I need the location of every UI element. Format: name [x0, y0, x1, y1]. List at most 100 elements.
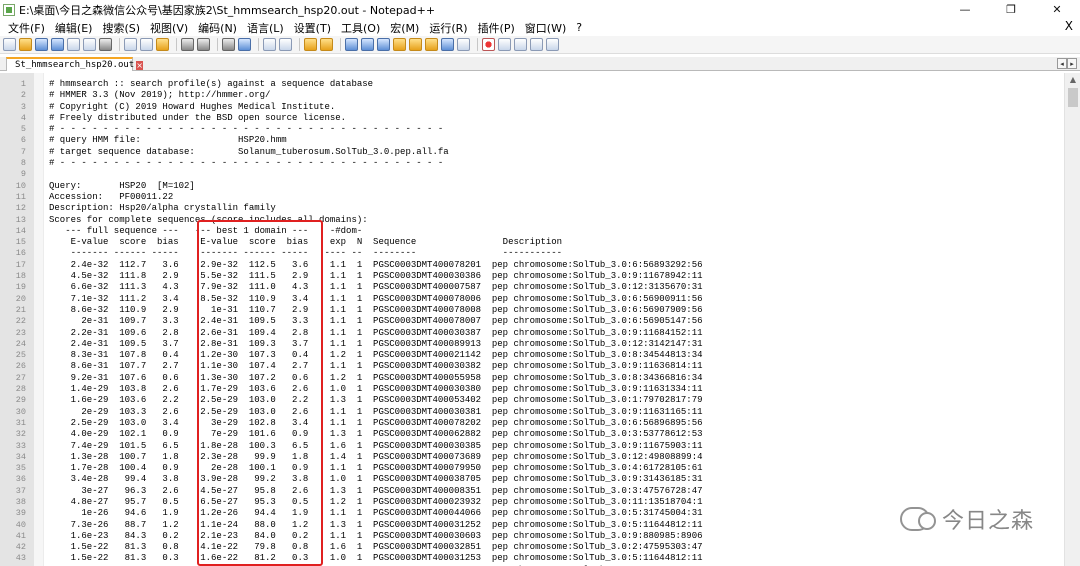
monitoring-icon[interactable]: [457, 38, 470, 51]
tab-scroll-arrows: ◂ ▸: [1057, 58, 1077, 69]
editor-line: 35 1.7e-28 100.4 0.9 2e-28 100.1 0.9 1.1…: [0, 463, 1064, 474]
redo-icon[interactable]: [197, 38, 210, 51]
menu-run[interactable]: 运行(R): [424, 20, 472, 36]
maximize-button[interactable]: ❐: [988, 0, 1034, 19]
line-text: 1.5e-22 81.3 0.8 4.1e-22 79.8 0.8 1.6 1 …: [49, 542, 703, 553]
editor-line: 24 2.4e-31 109.5 3.7 2.8e-31 109.3 3.7 1…: [0, 339, 1064, 350]
editor-line: 4 # Freely distributed under the BSD open…: [0, 113, 1064, 124]
line-text: 9.2e-31 107.6 0.6 1.3e-30 107.2 0.6 1.2 …: [49, 372, 703, 383]
line-number: 30: [15, 406, 26, 417]
replace-icon[interactable]: [238, 38, 251, 51]
line-number: 19: [15, 282, 26, 293]
menu-tools[interactable]: 工具(O): [336, 20, 385, 36]
zoom-in-icon[interactable]: [263, 38, 276, 51]
line-text: Query: HSP20 [M=102]: [49, 180, 195, 191]
cut-icon[interactable]: [124, 38, 137, 51]
menu-file[interactable]: 文件(F): [3, 20, 50, 36]
zoom-out-icon[interactable]: [279, 38, 292, 51]
line-number: 15: [15, 237, 26, 248]
line-text: Description: Hsp20/alpha crystallin fami…: [49, 203, 276, 214]
editor-line: 34 1.3e-28 100.7 1.8 2.3e-28 99.9 1.8 1.…: [0, 452, 1064, 463]
tab-st-hmmsearch[interactable]: St_hmmsearch_hsp20.out ×: [6, 57, 143, 71]
line-text: 7.1e-32 111.2 3.4 8.5e-32 110.9 3.4 1.1 …: [49, 293, 703, 304]
line-number: 6: [20, 135, 26, 146]
menu-macro[interactable]: 宏(M): [385, 20, 424, 36]
menu-settings[interactable]: 设置(T): [289, 20, 336, 36]
line-text: 2e-31 109.7 3.3 2.4e-31 109.5 3.3 1.1 1 …: [49, 316, 703, 327]
line-number: 13: [15, 214, 26, 225]
menu-plugins[interactable]: 插件(P): [473, 20, 520, 36]
line-text: 8.6e-32 110.9 2.9 1e-31 110.7 2.9 1.1 1 …: [49, 304, 703, 315]
save-all-icon[interactable]: [51, 38, 64, 51]
window-title: E:\桌面\今日之森微信公众号\基因家族2\St_hmmsearch_hsp20…: [19, 3, 436, 17]
stop-macro-icon[interactable]: [498, 38, 511, 51]
line-text: 1.7e-28 100.4 0.9 2e-28 100.1 0.9 1.1 1 …: [49, 463, 703, 474]
menu-view[interactable]: 视图(V): [145, 20, 193, 36]
editor-line: 16 ------- ------ ----- ------- ------ -…: [0, 248, 1064, 259]
new-file-icon[interactable]: [3, 38, 16, 51]
scroll-up-icon[interactable]: ▲: [1065, 73, 1080, 87]
vertical-scrollbar[interactable]: ▲: [1064, 73, 1080, 566]
line-text: 4.8e-27 95.7 0.5 6.5e-27 95.3 0.5 1.2 1 …: [49, 496, 703, 507]
menu-encoding[interactable]: 编码(N): [193, 20, 242, 36]
toolbar-separator: [217, 38, 218, 51]
close-document-button[interactable]: X: [1065, 19, 1073, 33]
minimize-button[interactable]: —: [942, 0, 988, 19]
indent-guide-icon[interactable]: [377, 38, 390, 51]
close-all-icon[interactable]: [83, 38, 96, 51]
copy-icon[interactable]: [140, 38, 153, 51]
menu-help[interactable]: ?: [571, 21, 587, 34]
sync-vertical-icon[interactable]: [304, 38, 317, 51]
line-number: 10: [15, 180, 26, 191]
menu-search[interactable]: 搜索(S): [97, 20, 145, 36]
open-file-icon[interactable]: [19, 38, 32, 51]
editor-line: 17 2.4e-32 112.7 3.6 2.9e-32 112.5 3.6 1…: [0, 260, 1064, 271]
text-editor[interactable]: 1 # hmmsearch :: search profile(s) agains…: [0, 73, 1064, 566]
run-macro-multiple-icon[interactable]: [530, 38, 543, 51]
record-macro-icon[interactable]: [482, 38, 495, 51]
save-icon[interactable]: [35, 38, 48, 51]
save-macro-icon[interactable]: [546, 38, 559, 51]
line-text: 1.6e-23 84.3 0.2 2.1e-23 84.0 0.2 1.1 1 …: [49, 530, 703, 541]
tab-scroll-right-icon[interactable]: ▸: [1067, 58, 1077, 69]
line-text: Scores for complete sequences (score inc…: [49, 214, 368, 225]
editor-line: 22 2e-31 109.7 3.3 2.4e-31 109.5 3.3 1.1…: [0, 316, 1064, 327]
scroll-thumb[interactable]: [1068, 88, 1078, 107]
editor-line: 37 3e-27 96.3 2.6 4.5e-27 95.8 2.6 1.3 1…: [0, 486, 1064, 497]
editor-line: 15 E-value score bias E-value score bias…: [0, 237, 1064, 248]
show-all-characters-icon[interactable]: [361, 38, 374, 51]
editor-line: 8 # - - - - - - - - - - - - - - - - - - -…: [0, 158, 1064, 169]
menu-edit[interactable]: 编辑(E): [50, 20, 98, 36]
line-text: 1.3e-28 100.7 1.8 2.3e-28 99.9 1.8 1.4 1…: [49, 451, 703, 462]
line-number: 8: [20, 158, 26, 169]
line-text: ------- ------ ----- ------- ------ ----…: [49, 248, 563, 259]
tab-scroll-left-icon[interactable]: ◂: [1057, 58, 1067, 69]
line-text: 1.4e-29 103.8 2.6 1.7e-29 103.6 2.6 1.0 …: [49, 384, 703, 395]
play-macro-icon[interactable]: [514, 38, 527, 51]
title-bar: E:\桌面\今日之森微信公众号\基因家族2\St_hmmsearch_hsp20…: [0, 0, 1080, 19]
line-text: 2e-29 103.3 2.6 2.5e-29 103.0 2.6 1.1 1 …: [49, 406, 703, 417]
udl-icon[interactable]: [393, 38, 406, 51]
wechat-icon: [900, 507, 936, 531]
editor-line: 5 # - - - - - - - - - - - - - - - - - - -…: [0, 124, 1064, 135]
folder-workspace-icon[interactable]: [441, 38, 454, 51]
word-wrap-icon[interactable]: [345, 38, 358, 51]
paste-icon[interactable]: [156, 38, 169, 51]
line-text: # query HMM file: HSP20.hmm: [49, 135, 287, 146]
close-file-icon[interactable]: [67, 38, 80, 51]
toolbar-separator: [299, 38, 300, 51]
close-button[interactable]: ✕: [1034, 0, 1080, 19]
function-list-icon[interactable]: [425, 38, 438, 51]
find-icon[interactable]: [222, 38, 235, 51]
undo-icon[interactable]: [181, 38, 194, 51]
print-icon[interactable]: [99, 38, 112, 51]
watermark-text: 今日之森: [942, 509, 1035, 534]
tab-close-icon[interactable]: ×: [136, 60, 143, 70]
menu-window[interactable]: 窗口(W): [520, 20, 571, 36]
menu-language[interactable]: 语言(L): [242, 20, 289, 36]
line-text: 6.6e-32 111.3 4.3 7.9e-32 111.0 4.3 1.1 …: [49, 282, 703, 293]
doc-map-icon[interactable]: [409, 38, 422, 51]
line-number: 1: [20, 79, 26, 89]
editor-line: 32 4.0e-29 102.1 0.9 7e-29 101.6 0.9 1.3…: [0, 429, 1064, 440]
sync-horizontal-icon[interactable]: [320, 38, 333, 51]
